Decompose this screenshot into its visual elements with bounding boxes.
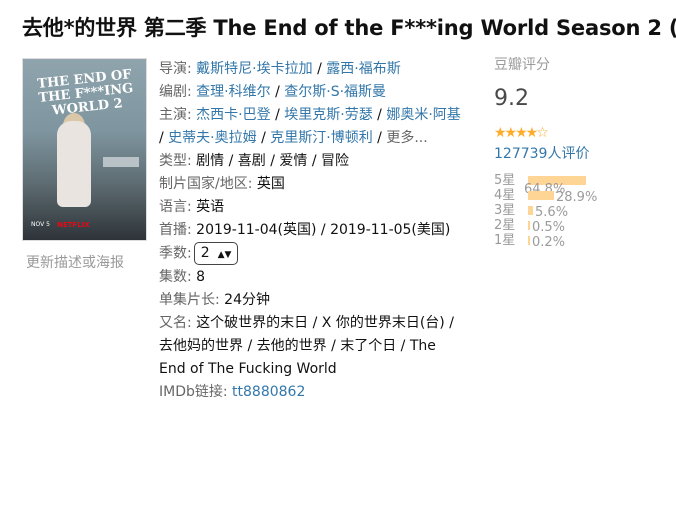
rating-bar (528, 221, 530, 230)
episodes-value: 8 (196, 268, 206, 285)
more-cast-link[interactable]: 更多... (386, 130, 427, 146)
season-row: 季数: 2 ▲▼ (159, 242, 464, 266)
rating-stars-icon: ★★★★☆ (494, 125, 549, 141)
genre-value: 剧情 / 喜剧 / 爱情 / 冒险 (196, 153, 350, 169)
season-select-value: 2 (200, 245, 210, 261)
language-value: 英语 (196, 199, 225, 215)
premiere-value: 2019-11-04(英国) / 2019-11-05(美国) (196, 222, 451, 238)
rating-bar-label: 1星 (494, 233, 516, 248)
episodes-row: 集数: 8 (159, 266, 464, 289)
poster-table (103, 157, 139, 167)
rating-panel: 豆瓣评分 9.2 ★★★★☆ 127739人评价 5星 64.8% 4星 28.9% 3… (494, 54, 654, 250)
rating-bar-row: 3星 5.6% (494, 203, 654, 220)
poster-title: THE END OF THE F***ING WORLD 2 (36, 67, 135, 119)
runtime-row: 单集片长: 24分钟 (159, 289, 464, 312)
rating-bar-label: 5星 (494, 173, 516, 188)
premiere-row: 首播: 2019-11-04(英国) / 2019-11-05(美国) (159, 219, 464, 242)
rating-bar-label: 2星 (494, 218, 516, 233)
updown-arrows-icon: ▲▼ (217, 250, 232, 260)
rating-bar-row: 1星 0.2% (494, 233, 654, 250)
aka-value: 这个破世界的末日 / X 你的世界末日(台) / 去他妈的世界 / 去他的世界 … (159, 314, 454, 377)
cast-label: 主演: (159, 107, 192, 123)
imdb-row: IMDb链接: tt8880862 (159, 381, 464, 404)
cast-link[interactable]: 埃里克斯·劳瑟 (284, 107, 372, 123)
info-panel: 导演: 戴斯特尼·埃卡拉加 / 露西·福布斯 编剧: 查理·科维尔 / 查尔斯·… (159, 58, 464, 404)
rating-distribution: 5星 64.8% 4星 28.9% 3星 5.6% 2星 0.5% 1星 0.2% (494, 173, 654, 250)
update-description-link[interactable]: 更新描述或海报 (26, 252, 124, 272)
director-label: 导演: (159, 61, 192, 77)
director-row: 导演: 戴斯特尼·埃卡拉加 / 露西·福布斯 (159, 61, 401, 77)
language-label: 语言: (159, 199, 192, 215)
page-title: 去他*的世界 第二季 The End of the F***ing World … (22, 16, 676, 40)
runtime-label: 单集片长: (159, 291, 220, 308)
rating-bar (528, 206, 534, 215)
rating-bar (528, 191, 554, 200)
director-link[interactable]: 露西·福布斯 (326, 61, 400, 77)
writer-row: 编剧: 查理·科维尔 / 查尔斯·S·福斯曼 (159, 84, 387, 100)
votes-link[interactable]: 127739人评价 (494, 143, 654, 163)
cast-row: 主演: 杰西卡·巴登 / 埃里克斯·劳瑟 / 娜奥米·阿基 / 史蒂夫·奥拉姆 … (159, 107, 461, 146)
runtime-value: 24分钟 (224, 291, 270, 308)
rating-bar-label: 4星 (494, 188, 516, 203)
writer-link[interactable]: 查理·科维尔 (196, 84, 270, 100)
rating-bar-row: 5星 64.8% (494, 173, 654, 197)
language-row: 语言: 英语 (159, 196, 464, 219)
writer-link[interactable]: 查尔斯·S·福斯曼 (284, 84, 386, 100)
aka-row: 又名: 这个破世界的末日 / X 你的世界末日(台) / 去他妈的世界 / 去他… (159, 312, 464, 381)
poster-image[interactable]: THE END OF THE F***ING WORLD 2 NOV 5 NET… (22, 58, 147, 241)
genre-row: 类型: 剧情 / 喜剧 / 爱情 / 冒险 (159, 150, 464, 173)
poster-figure (57, 121, 91, 207)
imdb-link[interactable]: tt8880862 (232, 384, 305, 400)
imdb-label: IMDb链接: (159, 383, 228, 400)
cast-link[interactable]: 克里斯汀·博顿利 (270, 130, 372, 146)
aka-label: 又名: (159, 314, 192, 331)
country-value: 英国 (256, 176, 285, 192)
rating-bar-label: 3星 (494, 203, 516, 218)
poster-date: NOV 5 (31, 221, 50, 228)
writer-label: 编剧: (159, 84, 192, 100)
poster-brand: NETFLIX (57, 221, 90, 229)
cast-link[interactable]: 娜奥米·阿基 (386, 107, 460, 123)
rating-bar (528, 236, 530, 245)
country-row: 制片国家/地区: 英国 (159, 173, 464, 196)
country-label: 制片国家/地区: (159, 176, 253, 192)
episodes-label: 集数: (159, 268, 192, 285)
cast-link[interactable]: 杰西卡·巴登 (196, 107, 270, 123)
rating-bar-row: 2星 0.5% (494, 218, 654, 235)
rating-score: 9.2 (494, 86, 529, 111)
genre-label: 类型: (159, 153, 192, 169)
premiere-label: 首播: (159, 222, 192, 238)
season-select[interactable]: 2 ▲▼ (193, 242, 239, 265)
rating-bar-row: 4星 28.9% (494, 188, 654, 205)
rating-label: 豆瓣评分 (494, 57, 550, 73)
cast-link[interactable]: 史蒂夫·奥拉姆 (168, 130, 256, 146)
director-link[interactable]: 戴斯特尼·埃卡拉加 (196, 61, 312, 77)
rating-bar-percent: 0.2% (532, 235, 566, 250)
season-label: 季数: (159, 245, 192, 262)
